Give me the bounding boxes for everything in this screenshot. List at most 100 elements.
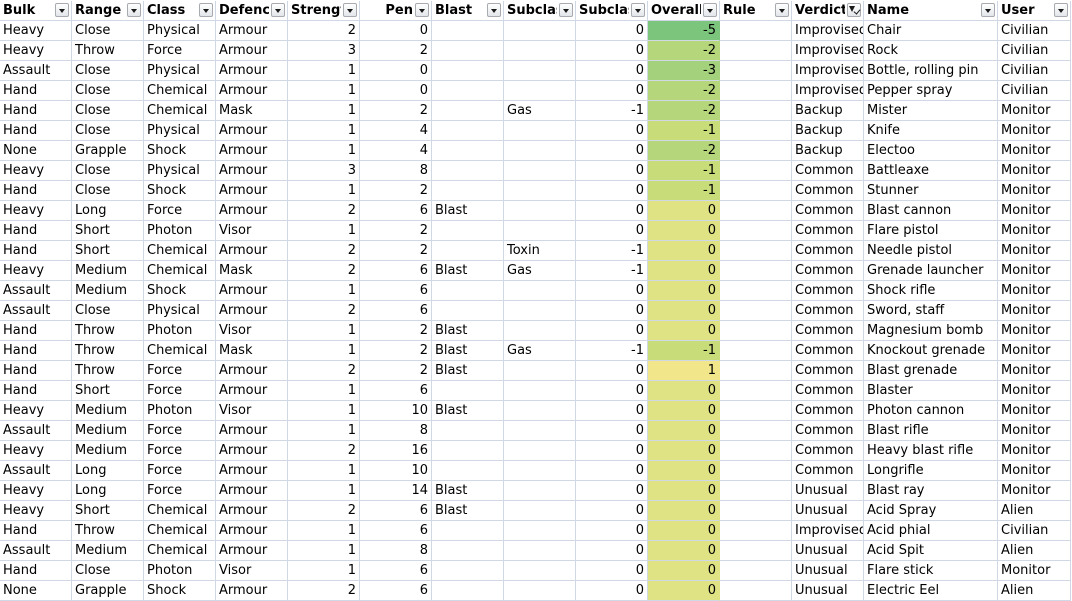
- cell-overall[interactable]: 0: [648, 501, 720, 521]
- cell-blast[interactable]: Blast: [432, 201, 504, 221]
- cell-overall[interactable]: -2: [648, 101, 720, 121]
- column-header-defence[interactable]: Defence: [216, 1, 288, 21]
- cell-pen[interactable]: 6: [360, 281, 432, 301]
- column-header-subclass-b[interactable]: Subclass: [576, 1, 648, 21]
- cell-overall[interactable]: -1: [648, 181, 720, 201]
- cell-subclass-b[interactable]: 0: [576, 521, 648, 541]
- cell-range[interactable]: Close: [72, 121, 144, 141]
- cell-subclass-a[interactable]: [504, 281, 576, 301]
- cell-overall[interactable]: -1: [648, 121, 720, 141]
- cell-class[interactable]: Photon: [144, 321, 216, 341]
- cell-verdict[interactable]: Unusual: [792, 541, 864, 561]
- cell-pen[interactable]: 2: [360, 321, 432, 341]
- cell-name[interactable]: Chair: [864, 21, 998, 41]
- cell-subclass-a[interactable]: [504, 321, 576, 341]
- cell-verdict[interactable]: Common: [792, 161, 864, 181]
- cell-subclass-b[interactable]: -1: [576, 241, 648, 261]
- cell-name[interactable]: Blast grenade: [864, 361, 998, 381]
- cell-blast[interactable]: [432, 281, 504, 301]
- cell-class[interactable]: Photon: [144, 221, 216, 241]
- cell-name[interactable]: Magnesium bomb: [864, 321, 998, 341]
- cell-range[interactable]: Medium: [72, 541, 144, 561]
- cell-class[interactable]: Physical: [144, 61, 216, 81]
- cell-range[interactable]: Grapple: [72, 581, 144, 601]
- cell-rule[interactable]: [720, 321, 792, 341]
- cell-blast[interactable]: [432, 561, 504, 581]
- cell-overall[interactable]: -5: [648, 21, 720, 41]
- cell-range[interactable]: Throw: [72, 521, 144, 541]
- cell-rule[interactable]: [720, 41, 792, 61]
- cell-bulk[interactable]: Heavy: [0, 481, 72, 501]
- cell-user[interactable]: Monitor: [998, 481, 1071, 501]
- filter-dropdown-icon[interactable]: [199, 3, 213, 17]
- cell-range[interactable]: Medium: [72, 281, 144, 301]
- cell-subclass-b[interactable]: 0: [576, 161, 648, 181]
- cell-name[interactable]: Battleaxe: [864, 161, 998, 181]
- cell-verdict[interactable]: Improvised: [792, 521, 864, 541]
- cell-subclass-a[interactable]: [504, 441, 576, 461]
- cell-subclass-a[interactable]: [504, 401, 576, 421]
- cell-verdict[interactable]: Unusual: [792, 501, 864, 521]
- cell-blast[interactable]: [432, 421, 504, 441]
- cell-verdict[interactable]: Common: [792, 421, 864, 441]
- cell-blast[interactable]: [432, 81, 504, 101]
- cell-user[interactable]: Monitor: [998, 561, 1071, 581]
- cell-range[interactable]: Medium: [72, 401, 144, 421]
- cell-user[interactable]: Monitor: [998, 201, 1071, 221]
- cell-rule[interactable]: [720, 341, 792, 361]
- cell-bulk[interactable]: Heavy: [0, 161, 72, 181]
- cell-blast[interactable]: [432, 241, 504, 261]
- cell-class[interactable]: Shock: [144, 141, 216, 161]
- cell-user[interactable]: Alien: [998, 541, 1071, 561]
- cell-verdict[interactable]: Backup: [792, 101, 864, 121]
- cell-blast[interactable]: Blast: [432, 341, 504, 361]
- cell-overall[interactable]: 0: [648, 301, 720, 321]
- cell-subclass-b[interactable]: 0: [576, 201, 648, 221]
- cell-rule[interactable]: [720, 281, 792, 301]
- cell-user[interactable]: Monitor: [998, 241, 1071, 261]
- cell-name[interactable]: Blast ray: [864, 481, 998, 501]
- cell-overall[interactable]: 1: [648, 361, 720, 381]
- cell-subclass-b[interactable]: 0: [576, 561, 648, 581]
- cell-class[interactable]: Chemical: [144, 261, 216, 281]
- cell-bulk[interactable]: None: [0, 581, 72, 601]
- cell-subclass-a[interactable]: Toxin: [504, 241, 576, 261]
- cell-blast[interactable]: [432, 221, 504, 241]
- cell-pen[interactable]: 10: [360, 461, 432, 481]
- cell-name[interactable]: Longrifle: [864, 461, 998, 481]
- cell-blast[interactable]: [432, 541, 504, 561]
- cell-name[interactable]: Mister: [864, 101, 998, 121]
- cell-class[interactable]: Photon: [144, 401, 216, 421]
- cell-rule[interactable]: [720, 301, 792, 321]
- cell-user[interactable]: Monitor: [998, 321, 1071, 341]
- cell-subclass-b[interactable]: 0: [576, 301, 648, 321]
- cell-defence[interactable]: Armour: [216, 461, 288, 481]
- cell-name[interactable]: Flare stick: [864, 561, 998, 581]
- cell-rule[interactable]: [720, 141, 792, 161]
- cell-range[interactable]: Close: [72, 101, 144, 121]
- cell-pen[interactable]: 6: [360, 521, 432, 541]
- cell-overall[interactable]: 0: [648, 321, 720, 341]
- cell-verdict[interactable]: Improvised: [792, 81, 864, 101]
- cell-subclass-b[interactable]: 0: [576, 401, 648, 421]
- cell-pen[interactable]: 2: [360, 181, 432, 201]
- cell-defence[interactable]: Armour: [216, 121, 288, 141]
- cell-verdict[interactable]: Common: [792, 321, 864, 341]
- cell-range[interactable]: Short: [72, 381, 144, 401]
- cell-class[interactable]: Force: [144, 201, 216, 221]
- cell-strength[interactable]: 1: [288, 541, 360, 561]
- cell-strength[interactable]: 1: [288, 141, 360, 161]
- cell-class[interactable]: Chemical: [144, 521, 216, 541]
- column-header-overall[interactable]: Overall c: [648, 1, 720, 21]
- cell-range[interactable]: Medium: [72, 421, 144, 441]
- cell-bulk[interactable]: Heavy: [0, 441, 72, 461]
- cell-class[interactable]: Chemical: [144, 501, 216, 521]
- cell-range[interactable]: Medium: [72, 261, 144, 281]
- cell-class[interactable]: Force: [144, 441, 216, 461]
- cell-strength[interactable]: 1: [288, 281, 360, 301]
- filter-dropdown-icon[interactable]: [1054, 3, 1068, 17]
- cell-range[interactable]: Long: [72, 481, 144, 501]
- filter-dropdown-icon[interactable]: [487, 3, 501, 17]
- cell-class[interactable]: Force: [144, 461, 216, 481]
- cell-class[interactable]: Photon: [144, 561, 216, 581]
